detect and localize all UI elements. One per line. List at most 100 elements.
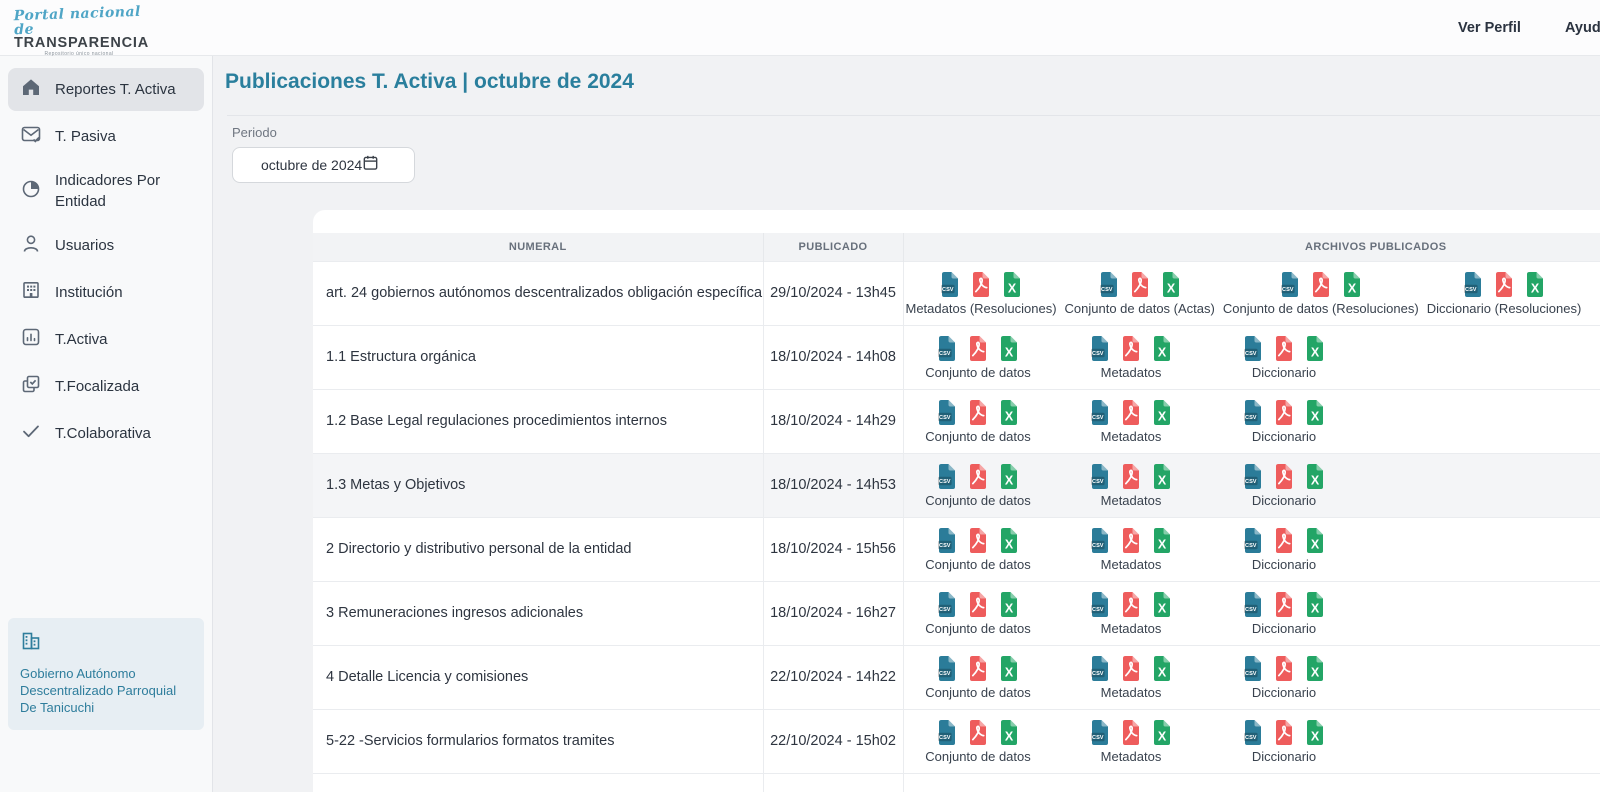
csv-file-icon[interactable]: CSV bbox=[1242, 719, 1264, 746]
csv-file-icon[interactable]: CSV bbox=[1279, 271, 1301, 298]
xls-file-icon[interactable]: X bbox=[1151, 527, 1173, 554]
csv-file-icon[interactable]: CSV bbox=[1242, 591, 1264, 618]
pdf-file-icon[interactable] bbox=[1129, 271, 1151, 298]
pdf-file-icon[interactable] bbox=[1310, 271, 1332, 298]
xls-file-icon[interactable]: X bbox=[1304, 719, 1326, 746]
xls-file-icon[interactable]: X bbox=[998, 527, 1020, 554]
sidebar-item-t-activa[interactable]: T.Activa bbox=[8, 318, 204, 361]
xls-file-icon[interactable]: X bbox=[1304, 655, 1326, 682]
portal-logo[interactable]: Portal nacional de TRANSPARENCIA Reposit… bbox=[14, 7, 144, 57]
entity-card[interactable]: Gobierno Autónomo Descentralizado Parroq… bbox=[8, 618, 204, 730]
csv-file-icon[interactable]: CSV bbox=[1242, 399, 1264, 426]
pdf-file-icon[interactable] bbox=[1120, 399, 1142, 426]
xls-file-icon[interactable]: X bbox=[998, 463, 1020, 490]
pdf-file-icon[interactable] bbox=[967, 463, 989, 490]
table-row: art. 24 gobiernos autónomos descentraliz… bbox=[313, 261, 1600, 325]
pdf-file-icon[interactable] bbox=[1273, 655, 1295, 682]
publicado-cell: 18/10/2024 - 14h29 bbox=[763, 389, 903, 453]
pdf-file-icon[interactable] bbox=[1273, 463, 1295, 490]
file-group: CSVXConjunto de datos bbox=[906, 655, 1051, 700]
csv-file-icon[interactable]: CSV bbox=[1089, 463, 1111, 490]
file-group: CSVXConjunto de datos (Resoluciones) bbox=[1223, 271, 1419, 316]
svg-text:CSV: CSV bbox=[1245, 671, 1257, 677]
sidebar-item-t-focalizada[interactable]: T.Focalizada bbox=[8, 365, 204, 408]
pdf-file-icon[interactable] bbox=[967, 527, 989, 554]
ver-perfil-link[interactable]: Ver Perfil bbox=[1458, 20, 1521, 36]
csv-file-icon[interactable]: CSV bbox=[1089, 655, 1111, 682]
svg-text:X: X bbox=[1005, 345, 1014, 359]
xls-file-icon[interactable]: X bbox=[998, 719, 1020, 746]
pdf-file-icon[interactable] bbox=[1273, 527, 1295, 554]
pdf-file-icon[interactable] bbox=[970, 271, 992, 298]
pdf-file-icon[interactable] bbox=[1120, 463, 1142, 490]
csv-file-icon[interactable]: CSV bbox=[1242, 463, 1264, 490]
csv-file-icon[interactable]: CSV bbox=[936, 591, 958, 618]
xls-file-icon[interactable]: X bbox=[1151, 463, 1173, 490]
pdf-file-icon[interactable] bbox=[1120, 655, 1142, 682]
sidebar-item-label: T.Focalizada bbox=[55, 376, 139, 397]
sidebar-item-reportes-t-activa[interactable]: Reportes T. Activa bbox=[8, 68, 204, 111]
pdf-file-icon[interactable] bbox=[1273, 719, 1295, 746]
csv-file-icon[interactable]: CSV bbox=[1089, 719, 1111, 746]
sidebar-item-t-colaborativa[interactable]: T.Colaborativa bbox=[8, 412, 204, 455]
pdf-file-icon[interactable] bbox=[1120, 719, 1142, 746]
xls-file-icon[interactable]: X bbox=[1304, 399, 1326, 426]
pdf-file-icon[interactable] bbox=[967, 719, 989, 746]
csv-file-icon[interactable]: CSV bbox=[936, 463, 958, 490]
xls-file-icon[interactable]: X bbox=[1304, 591, 1326, 618]
pdf-file-icon[interactable] bbox=[1273, 591, 1295, 618]
pdf-file-icon[interactable] bbox=[967, 591, 989, 618]
xls-file-icon[interactable]: X bbox=[1151, 719, 1173, 746]
pdf-file-icon[interactable] bbox=[1120, 591, 1142, 618]
xls-file-icon[interactable]: X bbox=[998, 655, 1020, 682]
sidebar-item-institucion[interactable]: Institución bbox=[8, 271, 204, 314]
ayuda-link[interactable]: Ayuda bbox=[1565, 20, 1600, 36]
pdf-file-icon[interactable] bbox=[967, 335, 989, 362]
periodo-date-input[interactable]: octubre de 2024 bbox=[232, 147, 415, 183]
csv-file-icon[interactable]: CSV bbox=[1242, 335, 1264, 362]
csv-file-icon[interactable]: CSV bbox=[1089, 527, 1111, 554]
xls-file-icon[interactable]: X bbox=[1304, 335, 1326, 362]
csv-file-icon[interactable]: CSV bbox=[1089, 335, 1111, 362]
sidebar-item-t-pasiva[interactable]: T. Pasiva bbox=[8, 115, 204, 158]
pdf-file-icon[interactable] bbox=[1120, 335, 1142, 362]
user-icon bbox=[20, 232, 42, 259]
csv-file-icon[interactable]: CSV bbox=[936, 399, 958, 426]
csv-file-icon[interactable]: CSV bbox=[1089, 399, 1111, 426]
csv-file-icon[interactable]: CSV bbox=[936, 527, 958, 554]
pdf-file-icon[interactable] bbox=[1273, 335, 1295, 362]
csv-file-icon[interactable]: CSV bbox=[1242, 527, 1264, 554]
pdf-file-icon[interactable] bbox=[1273, 399, 1295, 426]
xls-file-icon[interactable]: X bbox=[1001, 271, 1023, 298]
csv-file-icon[interactable]: CSV bbox=[1089, 591, 1111, 618]
pdf-file-icon[interactable] bbox=[967, 399, 989, 426]
xls-file-icon[interactable]: X bbox=[1151, 399, 1173, 426]
csv-file-icon[interactable]: CSV bbox=[1242, 655, 1264, 682]
pdf-file-icon[interactable] bbox=[1493, 271, 1515, 298]
sidebar-item-indicadores-por-entidad[interactable]: Indicadores Por Entidad bbox=[8, 162, 204, 220]
file-group: CSVXConjunto de datos bbox=[906, 399, 1051, 444]
file-group: CSVXConjunto de datos bbox=[906, 335, 1051, 380]
csv-file-icon[interactable]: CSV bbox=[936, 655, 958, 682]
xls-file-icon[interactable]: X bbox=[1151, 591, 1173, 618]
calendar-icon[interactable] bbox=[362, 154, 379, 176]
csv-file-icon[interactable]: CSV bbox=[936, 719, 958, 746]
xls-file-icon[interactable]: X bbox=[1151, 655, 1173, 682]
pdf-file-icon[interactable] bbox=[967, 655, 989, 682]
xls-file-icon[interactable]: X bbox=[998, 335, 1020, 362]
xls-file-icon[interactable]: X bbox=[1151, 335, 1173, 362]
xls-file-icon[interactable]: X bbox=[1341, 271, 1363, 298]
xls-file-icon[interactable]: X bbox=[1160, 271, 1182, 298]
xls-file-icon[interactable]: X bbox=[998, 399, 1020, 426]
xls-file-icon[interactable]: X bbox=[1524, 271, 1546, 298]
csv-file-icon[interactable]: CSV bbox=[1462, 271, 1484, 298]
xls-file-icon[interactable]: X bbox=[1304, 527, 1326, 554]
xls-file-icon[interactable]: X bbox=[998, 591, 1020, 618]
svg-text:CSV: CSV bbox=[1282, 287, 1294, 293]
csv-file-icon[interactable]: CSV bbox=[1098, 271, 1120, 298]
csv-file-icon[interactable]: CSV bbox=[939, 271, 961, 298]
csv-file-icon[interactable]: CSV bbox=[936, 335, 958, 362]
sidebar-item-usuarios[interactable]: Usuarios bbox=[8, 224, 204, 267]
pdf-file-icon[interactable] bbox=[1120, 527, 1142, 554]
xls-file-icon[interactable]: X bbox=[1304, 463, 1326, 490]
